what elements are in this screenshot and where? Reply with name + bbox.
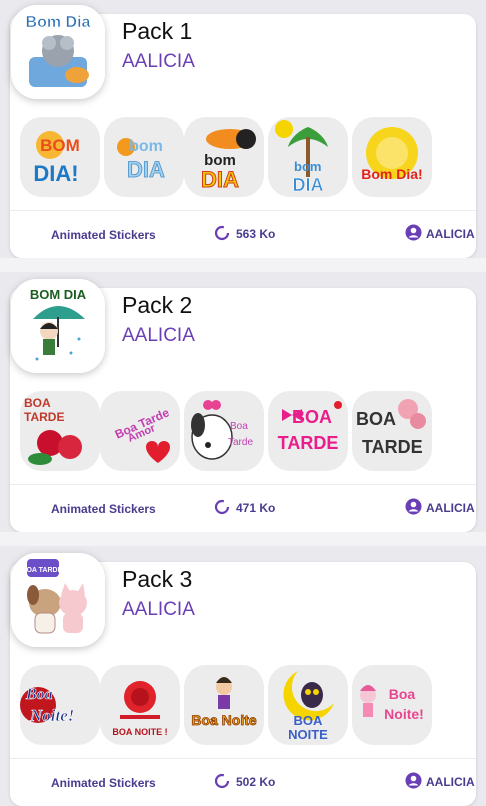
pack-size-value: 563 Ko bbox=[236, 227, 276, 241]
svg-text:TARDE: TARDE bbox=[278, 433, 339, 453]
user-icon bbox=[405, 772, 422, 792]
svg-text:BOA: BOA bbox=[356, 409, 396, 429]
svg-text:DIA!: DIA! bbox=[33, 161, 78, 186]
svg-text:Boa: Boa bbox=[230, 421, 248, 432]
svg-text:bom: bom bbox=[129, 138, 163, 155]
pack-owner[interactable]: AALICIA bbox=[405, 772, 475, 792]
sticker-type-label: Animated Stickers bbox=[51, 228, 156, 242]
svg-text:NOITE: NOITE bbox=[288, 727, 328, 742]
boa-noite-girl-sticker[interactable]: Boa Noite bbox=[184, 665, 264, 745]
bom-dia-palm-sticker[interactable]: bom DIA bbox=[268, 117, 348, 197]
bom-dia-sun-sticker[interactable]: BOM DIA! bbox=[20, 117, 100, 197]
card-divider bbox=[10, 758, 476, 759]
svg-text:BOA NOITE !: BOA NOITE ! bbox=[112, 727, 167, 737]
svg-text:Boa Noite: Boa Noite bbox=[191, 712, 257, 728]
pack-owner-name: AALICIA bbox=[426, 227, 475, 241]
svg-text:Noite!: Noite! bbox=[384, 706, 424, 722]
pack-size: 563 Ko bbox=[214, 225, 275, 243]
pack-tray-icon: BOM DIA bbox=[11, 279, 105, 373]
pack-title: Pack 3 bbox=[122, 566, 193, 592]
boa-noite-pink-sticker[interactable]: Boa Noite! bbox=[352, 665, 432, 745]
svg-text:DIA: DIA bbox=[127, 157, 165, 182]
svg-text:Tarde: Tarde bbox=[228, 437, 253, 448]
sticker-pack-card[interactable]: Bom Dia Pack 1 AALICIA BOM DIA! bom DIA … bbox=[0, 0, 486, 258]
boa-noite-rose-sticker[interactable]: BOA NOITE ! bbox=[100, 665, 180, 745]
boa-tarde-roses-sticker[interactable]: BOA TARDE bbox=[20, 391, 100, 471]
boa-tarde-puppy-sticker[interactable]: Boa Tarde bbox=[184, 391, 264, 471]
sticker-preview-strip[interactable]: BOA TARDE Boa Tarde Amor Boa Tarde BOA T… bbox=[20, 391, 480, 471]
boa-tarde-flowers-sticker[interactable]: BOA TARDE bbox=[352, 391, 432, 471]
svg-text:Bom Dia: Bom Dia bbox=[26, 14, 91, 31]
boa-noite-red-sticker[interactable]: Boa Noite! bbox=[20, 665, 100, 745]
user-icon bbox=[405, 498, 422, 518]
pack-tray-icon: BOA TARDE! bbox=[11, 553, 105, 647]
bom-dia-yellow-sun-sticker[interactable]: Bom Dia! bbox=[352, 117, 432, 197]
svg-text:BOA: BOA bbox=[24, 396, 51, 410]
svg-text:TARDE: TARDE bbox=[24, 410, 64, 424]
pack-owner[interactable]: AALICIA bbox=[405, 498, 475, 518]
pack-author: AALICIA bbox=[122, 325, 195, 346]
svg-text:TARDE: TARDE bbox=[362, 437, 423, 457]
svg-text:Boa: Boa bbox=[389, 686, 416, 702]
sticker-type-label: Animated Stickers bbox=[51, 502, 156, 516]
boa-tarde-pink-sticker[interactable]: BOA TARDE bbox=[268, 391, 348, 471]
card-divider bbox=[10, 484, 476, 485]
pack-separator bbox=[0, 258, 486, 272]
card-divider bbox=[10, 210, 476, 211]
svg-text:Bom Dia!: Bom Dia! bbox=[361, 166, 422, 182]
pack-title: Pack 2 bbox=[122, 292, 193, 318]
svg-text:Boa: Boa bbox=[25, 686, 53, 703]
pack-owner-name: AALICIA bbox=[426, 775, 475, 789]
loading-ring-icon bbox=[214, 225, 230, 244]
svg-text:BOA: BOA bbox=[294, 713, 324, 728]
pack-title: Pack 1 bbox=[122, 18, 193, 44]
svg-text:bom: bom bbox=[294, 159, 321, 174]
sticker-preview-strip[interactable]: Boa Noite! BOA NOITE ! Boa Noite BOA NOI… bbox=[20, 665, 480, 745]
svg-text:BOA: BOA bbox=[292, 407, 332, 427]
svg-text:BOM: BOM bbox=[40, 136, 80, 155]
pack-owner[interactable]: AALICIA bbox=[405, 224, 475, 244]
svg-text:DIA: DIA bbox=[201, 167, 239, 192]
pack-size-value: 502 Ko bbox=[236, 775, 276, 789]
sticker-type-label: Animated Stickers bbox=[51, 776, 156, 790]
pack-size: 471 Ko bbox=[214, 499, 275, 517]
bom-dia-bubble-sticker[interactable]: bom DIA bbox=[104, 117, 184, 197]
pack-author: AALICIA bbox=[122, 51, 195, 72]
loading-ring-icon bbox=[214, 773, 230, 792]
svg-text:BOA TARDE!: BOA TARDE! bbox=[21, 567, 64, 574]
bom-dia-toucan-sticker[interactable]: bom DIA bbox=[184, 117, 264, 197]
svg-text:Noite!: Noite! bbox=[29, 706, 74, 725]
svg-text:DIA: DIA bbox=[293, 175, 324, 195]
boa-noite-owl-sticker[interactable]: BOA NOITE bbox=[268, 665, 348, 745]
sticker-pack-card[interactable]: BOA TARDE! Pack 3 AALICIA Boa Noite! BOA… bbox=[0, 548, 486, 806]
pack-separator bbox=[0, 532, 486, 546]
boa-tarde-amor-sticker[interactable]: Boa Tarde Amor bbox=[100, 391, 180, 471]
pack-size-value: 471 Ko bbox=[236, 501, 276, 515]
user-icon bbox=[405, 224, 422, 244]
pack-tray-icon: Bom Dia bbox=[11, 5, 105, 99]
pack-owner-name: AALICIA bbox=[426, 501, 475, 515]
sticker-preview-strip[interactable]: BOM DIA! bom DIA bom DIA bom DIA Bom Dia… bbox=[20, 117, 480, 197]
svg-text:BOM DIA: BOM DIA bbox=[30, 287, 87, 302]
sticker-pack-card[interactable]: BOM DIA Pack 2 AALICIA BOA TARDE Boa Tar… bbox=[0, 274, 486, 532]
loading-ring-icon bbox=[214, 499, 230, 518]
pack-author: AALICIA bbox=[122, 599, 195, 620]
pack-size: 502 Ko bbox=[214, 773, 275, 791]
